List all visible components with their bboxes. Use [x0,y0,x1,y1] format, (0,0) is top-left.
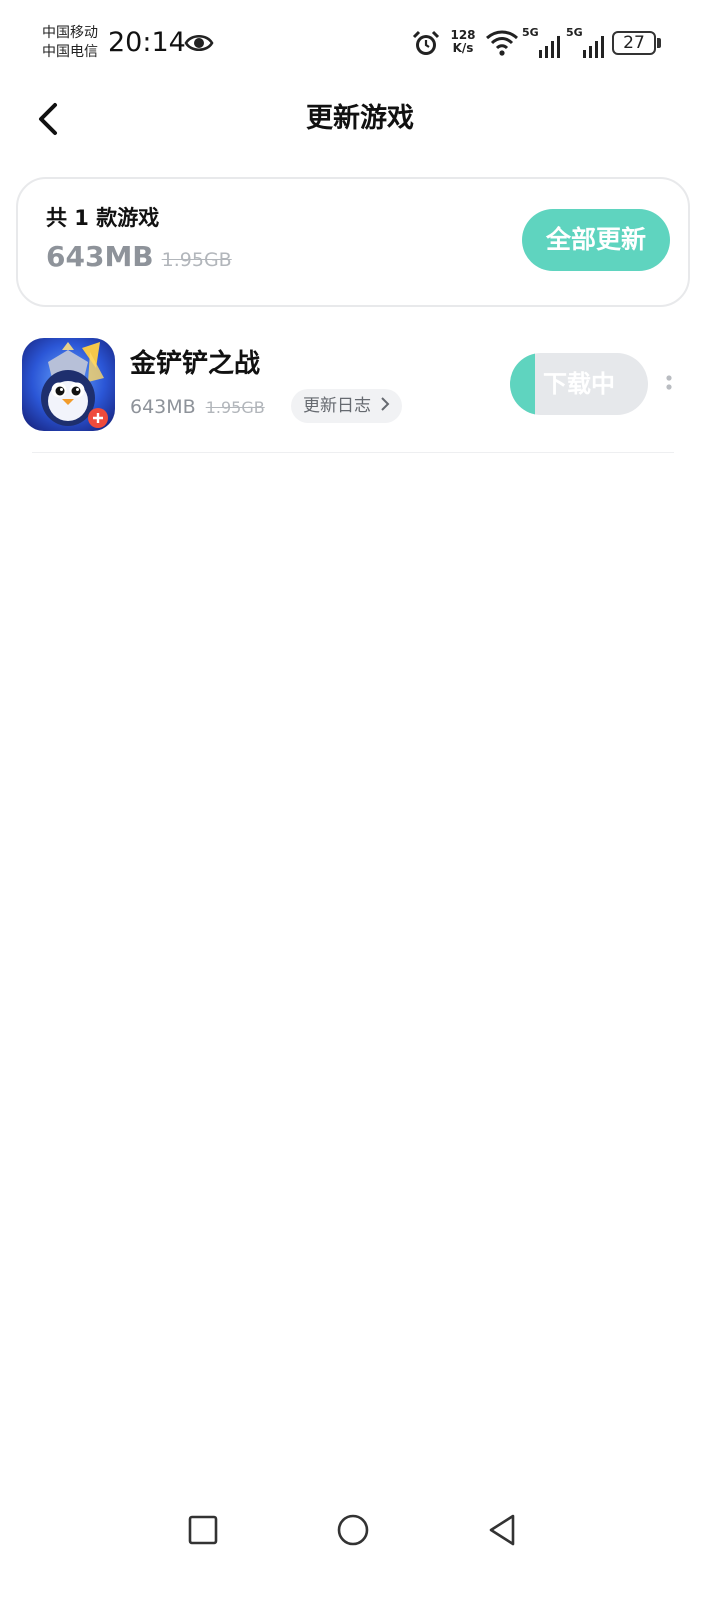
changelog-label: 更新日志 [303,396,371,416]
download-status-label: 下载中 [543,370,615,398]
back-nav-button[interactable] [481,1508,525,1552]
recent-apps-icon [181,1515,225,1556]
signal-1-tag: 5G [522,26,539,39]
game-size: 643MB 1.95GB [130,392,265,423]
wifi-icon [484,29,520,57]
total-download-size: 643MB 1.95GB [46,237,232,280]
battery-level: 27 [623,33,645,53]
battery-icon: 27 [612,31,662,55]
game-name: 金铲铲之战 [130,349,261,379]
carrier-2: 中国电信 [42,44,98,60]
status-time: 20:14 [108,27,186,58]
update-summary-card: 共 1 款游戏 643MB 1.95GB 全部更新 [16,177,690,307]
game-full-size: 1.95GB [205,398,265,417]
page-title: 更新游戏 [306,103,414,134]
alarm-icon [411,29,441,59]
more-options-button[interactable] [660,368,678,398]
status-bar: 中国移动 中国电信 20:14 128 K/s 5G 5G 27 [0,0,720,86]
carrier-1: 中国移动 [42,25,98,41]
game-app-icon[interactable] [22,338,115,431]
recent-apps-button[interactable] [181,1508,225,1552]
system-navigation-bar [0,1490,720,1570]
chevron-right-icon [380,396,390,416]
full-size: 1.95GB [161,249,232,271]
home-icon [331,1514,375,1556]
signal-icon: 5G [522,26,562,58]
back-triangle-icon [481,1514,525,1556]
net-speed-unit: K/s [452,41,474,55]
game-download-size: 643MB [130,396,196,418]
signal-icon: 5G [566,26,606,58]
nav-bar: 更新游戏 [0,86,720,156]
game-count: 共 1 款游戏 [46,206,160,230]
home-button[interactable] [331,1508,375,1552]
eye-icon [184,30,214,56]
more-vertical-icon [660,375,678,402]
update-all-button[interactable]: 全部更新 [522,209,670,271]
changelog-button[interactable]: 更新日志 [291,389,403,423]
net-speed: 128 K/s [448,29,478,55]
row-divider [32,452,674,453]
download-progress-button[interactable]: 下载中 [510,353,648,415]
signal-2-tag: 5G [566,26,583,39]
download-size: 643MB [46,240,154,273]
carrier-names: 中国移动 中国电信 [42,24,106,62]
game-list-item[interactable]: 金铲铲之战 643MB 1.95GB 更新日志 下载中 [0,330,720,452]
